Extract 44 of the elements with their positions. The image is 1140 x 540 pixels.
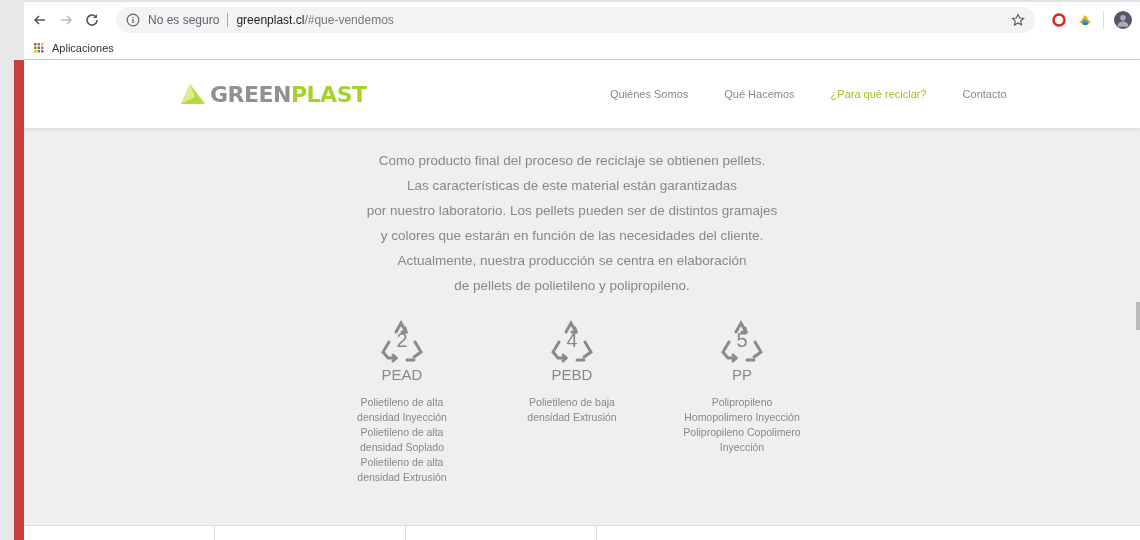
intro-text: de pellets de polietileno y polipropileno. — [453, 277, 691, 295]
plastic-description: densidad Inyección — [357, 410, 447, 425]
nav-link[interactable]: Contacto — [962, 88, 1007, 100]
nav-link[interactable]: ¿Para qué reciclar? — [830, 88, 927, 100]
star-icon[interactable] — [1011, 12, 1025, 27]
reload-icon[interactable] — [84, 11, 100, 28]
bookmark-item[interactable]: Aplicaciones — [34, 42, 114, 54]
recycle-icon — [379, 318, 425, 364]
plastic-description: Polipropileno — [710, 395, 774, 410]
security-label: No es seguro — [148, 12, 229, 27]
plastic-description: densidad Extrusión — [357, 470, 447, 485]
scrollbar-thumb[interactable] — [1136, 302, 1140, 330]
plastic-description: Polietileno de alta — [359, 455, 445, 470]
plastic-abbreviation: PEBD — [551, 366, 593, 383]
url-text: greenplast.cl/#que-vendemos — [236, 12, 395, 27]
recycle-icon — [549, 318, 595, 364]
plastic-description: densidad Extrusión — [527, 410, 617, 425]
intro-text: Actualmente, nuestra producción se centra en elaboración — [396, 252, 748, 270]
avatar-icon[interactable] — [1114, 10, 1132, 29]
plastic-description: Polipropileno Copolimero — [683, 425, 801, 440]
resin-code: 4 — [565, 329, 579, 351]
intro-text: por nuestro laboratorio. Los pellets pueden ser de distintos gramajes — [366, 202, 778, 220]
nav-link[interactable]: Quiénes Somos — [610, 88, 689, 100]
plastic-description: Inyección — [718, 440, 766, 455]
extension-icon[interactable] — [1051, 11, 1067, 28]
plastic-description: Polietileno de alta — [359, 395, 445, 410]
plastic-description: Polietileno de baja — [528, 395, 616, 410]
resin-code: 5 — [735, 329, 749, 351]
apps-icon — [34, 43, 44, 53]
intro-text: Las características de este material están garantizadas — [405, 177, 739, 195]
plastic-description: densidad Soplado — [358, 440, 446, 455]
plastic-description: Polietileno de alta — [359, 425, 445, 440]
logo-text: GREENPLAST — [210, 81, 367, 107]
plastic-description: Homopolimero Inyección — [683, 410, 801, 425]
logo-icon — [180, 83, 206, 105]
intro-text: y colores que estarán en función de las necesidades del cliente. — [379, 227, 765, 245]
intro-text: Como producto final del proceso de reciclaje se obtienen pellets. — [377, 152, 767, 170]
plastic-abbreviation: PEAD — [381, 366, 423, 383]
recycle-icon — [719, 318, 765, 364]
resin-code: 2 — [395, 329, 409, 351]
info-icon — [126, 12, 140, 27]
nav-link[interactable]: Qué Hacemos — [724, 88, 795, 100]
plastic-abbreviation: PP — [732, 366, 752, 383]
address-bar[interactable]: No es seguro greenplast.cl/#que-vendemos — [116, 6, 1035, 33]
